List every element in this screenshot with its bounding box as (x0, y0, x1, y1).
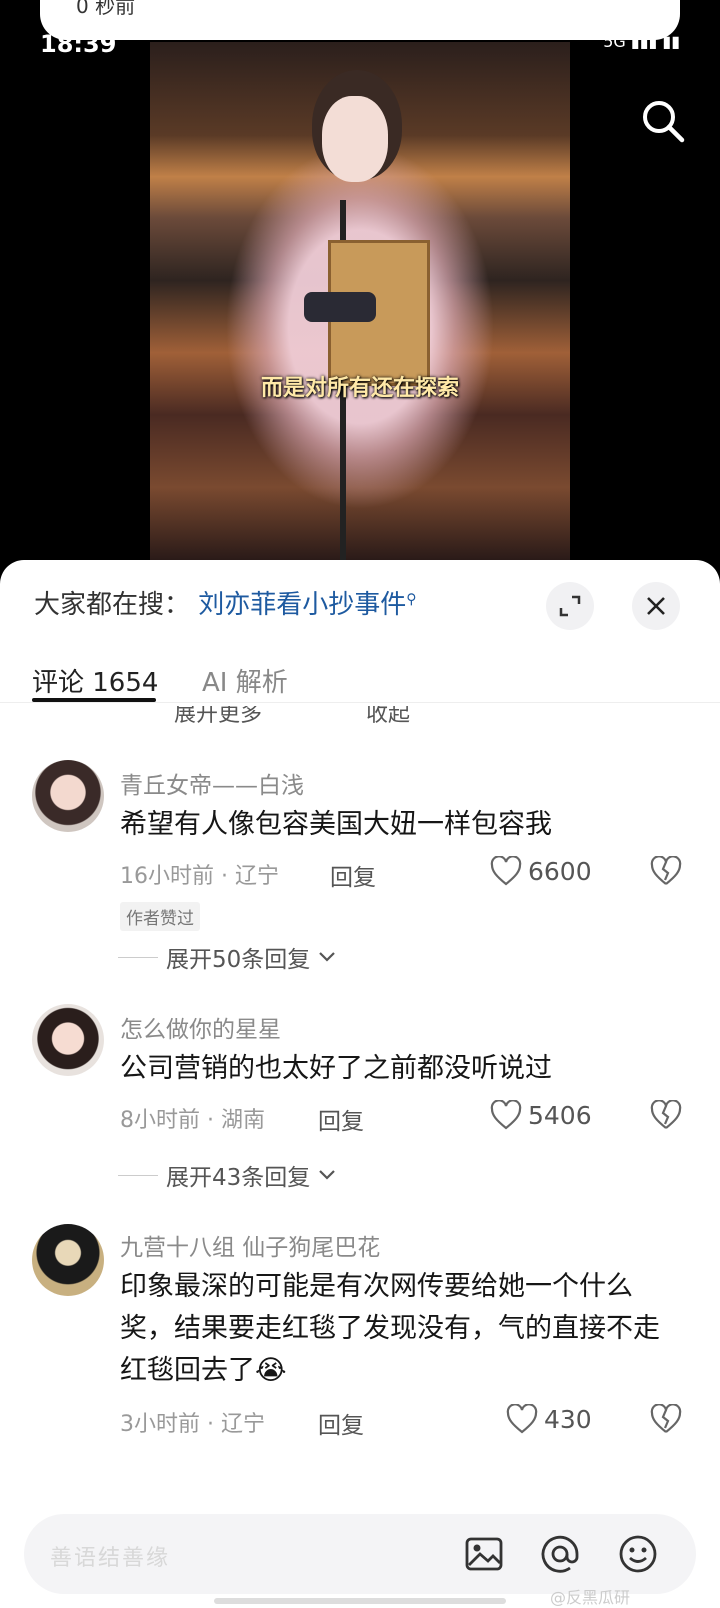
tab-comments[interactable]: 评论 1654 (32, 662, 158, 699)
comment-username[interactable]: 怎么做你的星星 (120, 1010, 281, 1044)
broken-heart-icon (650, 1099, 682, 1129)
comment-meta: 16小时前 · 辽宁 (120, 864, 279, 889)
image-icon (465, 1537, 503, 1571)
video-nameplate (304, 292, 376, 322)
heart-icon (490, 856, 522, 886)
dislike-button[interactable] (650, 855, 682, 888)
comment-meta: 8小时前 · 湖南 (120, 1108, 265, 1133)
notification-text: 0 秒前 (76, 0, 136, 18)
comment-username[interactable]: 青丘女帝——白浅 (120, 766, 304, 800)
video-figure-face (322, 96, 388, 182)
hot-search-bar[interactable]: 大家都在搜： 刘亦菲看小抄事件⚲ (34, 584, 417, 621)
author-liked-badge: 作者赞过 (120, 902, 200, 931)
tab-bar: 评论 1654 AI 解析 (0, 642, 720, 703)
expand-replies-link[interactable]: 展开50条回复 (118, 940, 336, 974)
mention-button[interactable] (538, 1532, 582, 1576)
emoji-button[interactable] (616, 1532, 660, 1576)
reply-button[interactable]: 回复 (330, 858, 376, 892)
avatar[interactable] (32, 1224, 104, 1296)
comment-input-placeholder[interactable]: 善语结善缘 (50, 1540, 170, 1572)
video-player[interactable]: 而是对所有还在探索 (0, 0, 720, 560)
comments-panel: 大家都在搜： 刘亦菲看小抄事件⚲ 评论 1654 AI 解析 展开更多 收起 青… (0, 560, 720, 1608)
search-icon (643, 101, 685, 143)
expand-icon (559, 595, 581, 617)
avatar[interactable] (32, 760, 104, 832)
comment-text: 公司营销的也太好了之前都没听说过 (120, 1053, 552, 1084)
divider-line (118, 956, 158, 958)
status-bar: 18:39 5G ▮▮▮ ▮▮ 0 秒前 (0, 0, 720, 58)
hot-search-label: 大家都在搜： (34, 590, 191, 620)
comment-text: 希望有人像包容美国大妞一样包容我 (120, 809, 552, 840)
expand-replies-label: 展开50条回复 (166, 947, 311, 973)
video-subtitle: 而是对所有还在探索 (260, 376, 459, 401)
heart-icon (490, 1100, 522, 1130)
comment-location: 辽宁 (234, 864, 279, 889)
avatar[interactable] (32, 1004, 104, 1076)
like-count: 5406 (528, 1100, 592, 1130)
close-button[interactable] (632, 582, 680, 630)
expand-panel-button[interactable] (546, 582, 594, 630)
smiley-icon (619, 1535, 657, 1573)
broken-heart-icon (650, 855, 682, 885)
chevron-down-icon (319, 1170, 336, 1180)
comment-text: 印象最深的可能是有次网传要给她一个什么奖，结果要走红毯了发现没有，气的直接不走红… (120, 1266, 680, 1392)
like-button[interactable]: 430 (506, 1404, 592, 1434)
dislike-button[interactable] (650, 1403, 682, 1436)
comment-meta: 3小时前 · 辽宁 (120, 1412, 265, 1437)
comment-location: 辽宁 (220, 1412, 265, 1437)
like-button[interactable]: 6600 (490, 856, 592, 886)
image-button[interactable] (462, 1532, 506, 1576)
hot-search-keyword[interactable]: 刘亦菲看小抄事件 (198, 590, 406, 620)
expand-replies-link[interactable]: 展开43条回复 (118, 1158, 336, 1192)
reply-button[interactable]: 回复 (318, 1102, 364, 1136)
search-small-icon: ⚲ (406, 591, 417, 608)
collapse-link[interactable]: 收起 (366, 706, 410, 728)
comment-time: 3小时前 (120, 1412, 200, 1437)
tab-active-indicator (32, 698, 156, 702)
comment-input-bar[interactable]: 善语结善缘 (24, 1514, 696, 1594)
notification-banner[interactable]: 0 秒前 (40, 0, 680, 40)
watermark: @反黑瓜研 (550, 1588, 631, 1607)
search-button[interactable] (640, 98, 686, 144)
expand-replies-label: 展开43条回复 (166, 1165, 311, 1191)
chevron-down-icon (319, 952, 336, 962)
like-button[interactable]: 5406 (490, 1100, 592, 1130)
close-icon (647, 597, 665, 615)
comment-username[interactable]: 九营十八组 仙子狗尾巴花 (120, 1228, 380, 1262)
reply-button[interactable]: 回复 (318, 1406, 364, 1440)
comment-time: 16小时前 (120, 864, 214, 889)
tab-ai-analysis[interactable]: AI 解析 (202, 662, 288, 699)
like-count: 430 (544, 1404, 592, 1434)
broken-heart-icon (650, 1403, 682, 1433)
heart-icon (506, 1404, 538, 1434)
dislike-button[interactable] (650, 1099, 682, 1132)
expand-more-link[interactable]: 展开更多 (174, 706, 262, 728)
comment-location: 湖南 (220, 1108, 265, 1133)
like-count: 6600 (528, 856, 592, 886)
crying-laughing-emoji: 😭 (255, 1355, 287, 1386)
divider-line (118, 1174, 158, 1176)
home-indicator[interactable] (214, 1598, 506, 1604)
comment-time: 8小时前 (120, 1108, 200, 1133)
previous-thread-controls: 展开更多 收起 (118, 706, 558, 728)
at-icon (541, 1535, 579, 1573)
comment-text-body: 印象最深的可能是有次网传要给她一个什么奖，结果要走红毯了发现没有，气的直接不走红… (120, 1271, 660, 1386)
